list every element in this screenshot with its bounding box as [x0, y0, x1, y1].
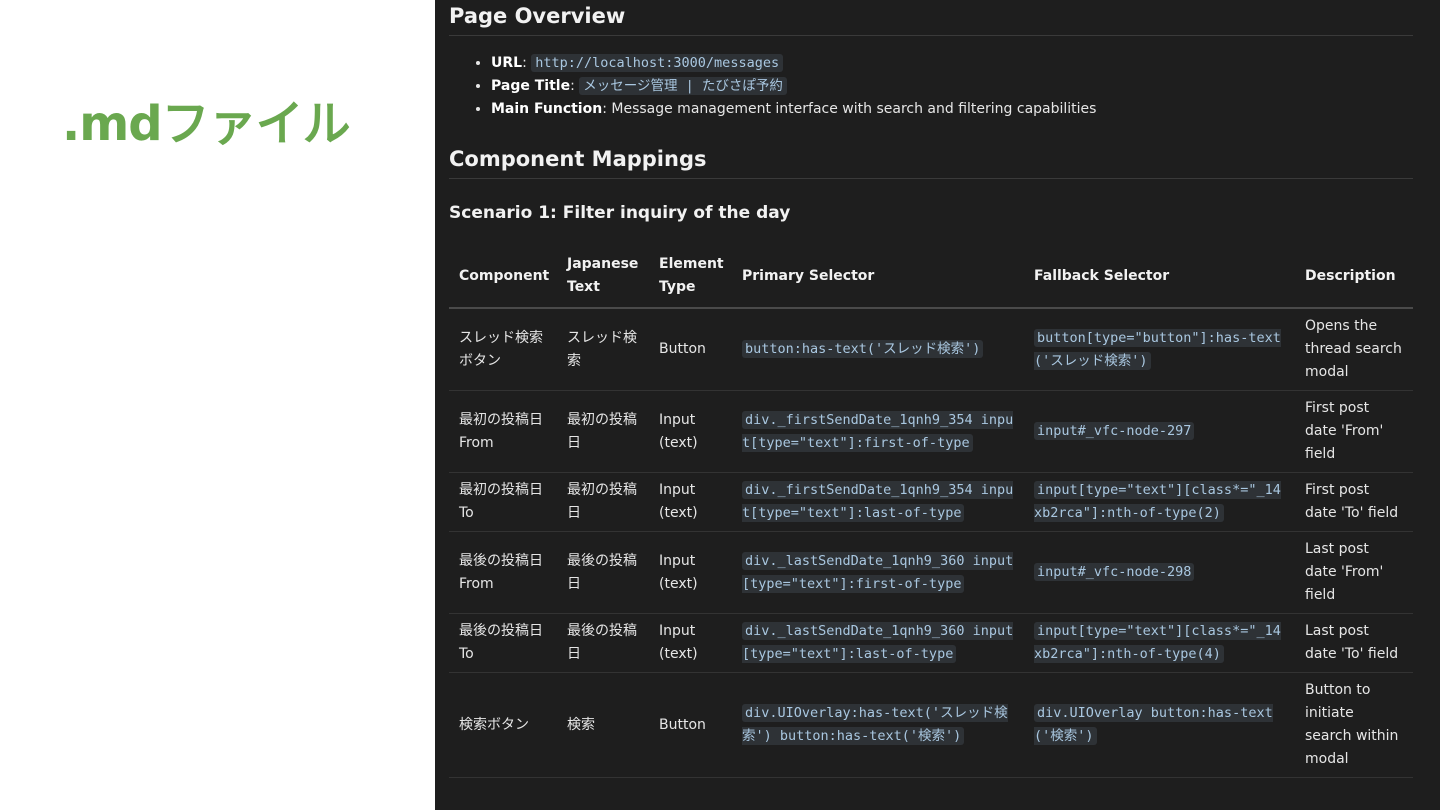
cell-primary-selector: div.UIOverlay:has-text('スレッド検索') button:… [732, 672, 1024, 778]
table-header-row: Component Japanese Text Element Type Pri… [449, 245, 1413, 309]
cell-description: Opens the thread search modal [1295, 308, 1413, 391]
fallback-selector-code: input#_vfc-node-297 [1034, 422, 1195, 440]
overview-key: Page Title [491, 78, 571, 94]
table-row: 最初の投稿日To 最初の投稿日 Input (text) div._firstS… [449, 472, 1413, 532]
column-header-fallback-selector: Fallback Selector [1024, 245, 1295, 309]
overview-item-main-function: Main Function: Message management interf… [491, 98, 1413, 121]
markdown-preview-panel: Page Overview URL: http://localhost:3000… [435, 0, 1440, 810]
column-header-japanese-text: Japanese Text [557, 245, 649, 309]
table-row: 最後の投稿日To 最後の投稿日 Input (text) div._lastSe… [449, 613, 1413, 673]
primary-selector-code: div._firstSendDate_1qnh9_354 input[type=… [742, 410, 1014, 452]
column-header-description: Description [1295, 245, 1413, 309]
cell-primary-selector: div._lastSendDate_1qnh9_360 input[type="… [732, 613, 1024, 673]
component-mapping-table: Component Japanese Text Element Type Pri… [449, 245, 1413, 778]
cell-description: Last post date 'From' field [1295, 531, 1413, 614]
cell-japanese-text: 最後の投稿日 [557, 613, 649, 673]
overview-code: メッセージ管理 | たびさぽ予約 [579, 77, 787, 95]
cell-fallback-selector: input[type="text"][class*="_14xb2rca"]:n… [1024, 472, 1295, 532]
cell-fallback-selector: button[type="button"]:has-text('スレッド検索') [1024, 308, 1295, 391]
table-row: スレッド検索ボタン スレッド検索 Button button:has-text(… [449, 308, 1413, 391]
scenario-title: Scenario 1: Filter inquiry of the day [449, 203, 791, 223]
fallback-selector-code: div.UIOverlay button:has-text('検索') [1034, 704, 1273, 745]
cell-component: 検索ボタン [449, 672, 557, 778]
cell-japanese-text: 検索 [557, 672, 649, 778]
cell-fallback-selector: div.UIOverlay button:has-text('検索') [1024, 672, 1295, 778]
overview-item-url: URL: http://localhost:3000/messages [491, 52, 1413, 75]
column-header-element-type: Element Type [649, 245, 732, 309]
cell-description: First post date 'To' field [1295, 472, 1413, 532]
cell-fallback-selector: input[type="text"][class*="_14xb2rca"]:n… [1024, 613, 1295, 673]
cell-element-type: Button [649, 672, 732, 778]
cell-description: Button to initiate search within modal [1295, 672, 1413, 778]
primary-selector-code: div._firstSendDate_1qnh9_354 input[type=… [742, 481, 1014, 522]
primary-selector-code: div._lastSendDate_1qnh9_360 input[type="… [742, 551, 1014, 593]
page-overview-heading: Page Overview [449, 0, 1413, 36]
cell-element-type: Button [649, 308, 732, 391]
cell-component: スレッド検索ボタン [449, 308, 557, 391]
cell-fallback-selector: input#_vfc-node-298 [1024, 531, 1295, 614]
fallback-selector-code: button[type="button"]:has-text('スレッド検索') [1034, 328, 1281, 370]
primary-selector-code: button:has-text('スレッド検索') [742, 340, 984, 358]
cell-japanese-text: スレッド検索 [557, 308, 649, 391]
cell-japanese-text: 最後の投稿日 [557, 531, 649, 614]
table-row: 検索ボタン 検索 Button div.UIOverlay:has-text('… [449, 672, 1413, 778]
cell-element-type: Input (text) [649, 613, 732, 673]
table-row: 最初の投稿日From 最初の投稿日 Input (text) div._firs… [449, 390, 1413, 473]
cell-description: First post date 'From' field [1295, 390, 1413, 473]
overview-key: URL [491, 55, 523, 71]
cell-primary-selector: div._firstSendDate_1qnh9_354 input[type=… [732, 390, 1024, 473]
cell-fallback-selector: input#_vfc-node-297 [1024, 390, 1295, 473]
table-row: 最後の投稿日From 最後の投稿日 Input (text) div._last… [449, 531, 1413, 614]
cell-component: 最初の投稿日To [449, 472, 557, 532]
cell-japanese-text: 最初の投稿日 [557, 472, 649, 532]
markdown-content: Page Overview URL: http://localhost:3000… [449, 0, 1413, 778]
fallback-selector-code: input[type="text"][class*="_14xb2rca"]:n… [1034, 622, 1281, 663]
fallback-selector-code: input[type="text"][class*="_14xb2rca"]:n… [1034, 481, 1281, 522]
cell-primary-selector: div._lastSendDate_1qnh9_360 input[type="… [732, 531, 1024, 614]
overview-list: URL: http://localhost:3000/messages Page… [449, 52, 1413, 121]
cell-japanese-text: 最初の投稿日 [557, 390, 649, 473]
cell-component: 最後の投稿日To [449, 613, 557, 673]
cell-element-type: Input (text) [649, 390, 732, 473]
cell-primary-selector: button:has-text('スレッド検索') [732, 308, 1024, 391]
overview-code: http://localhost:3000/messages [531, 54, 784, 72]
column-header-component: Component [449, 245, 557, 309]
fallback-selector-code: input#_vfc-node-298 [1034, 563, 1195, 581]
overview-item-page-title: Page Title: メッセージ管理 | たびさぽ予約 [491, 75, 1413, 98]
overview-text: Message management interface with search… [611, 101, 1097, 117]
column-header-primary-selector: Primary Selector [732, 245, 1024, 309]
cell-element-type: Input (text) [649, 531, 732, 614]
cell-primary-selector: div._firstSendDate_1qnh9_354 input[type=… [732, 472, 1024, 532]
cell-element-type: Input (text) [649, 472, 732, 532]
primary-selector-code: div._lastSendDate_1qnh9_360 input[type="… [742, 622, 1014, 663]
overview-key: Main Function [491, 101, 603, 117]
slide-label: .mdファイル [62, 96, 351, 152]
cell-component: 最後の投稿日From [449, 531, 557, 614]
primary-selector-code: div.UIOverlay:has-text('スレッド検索') button:… [742, 704, 1008, 745]
component-mappings-heading: Component Mappings [449, 147, 1413, 179]
cell-component: 最初の投稿日From [449, 390, 557, 473]
cell-description: Last post date 'To' field [1295, 613, 1413, 673]
